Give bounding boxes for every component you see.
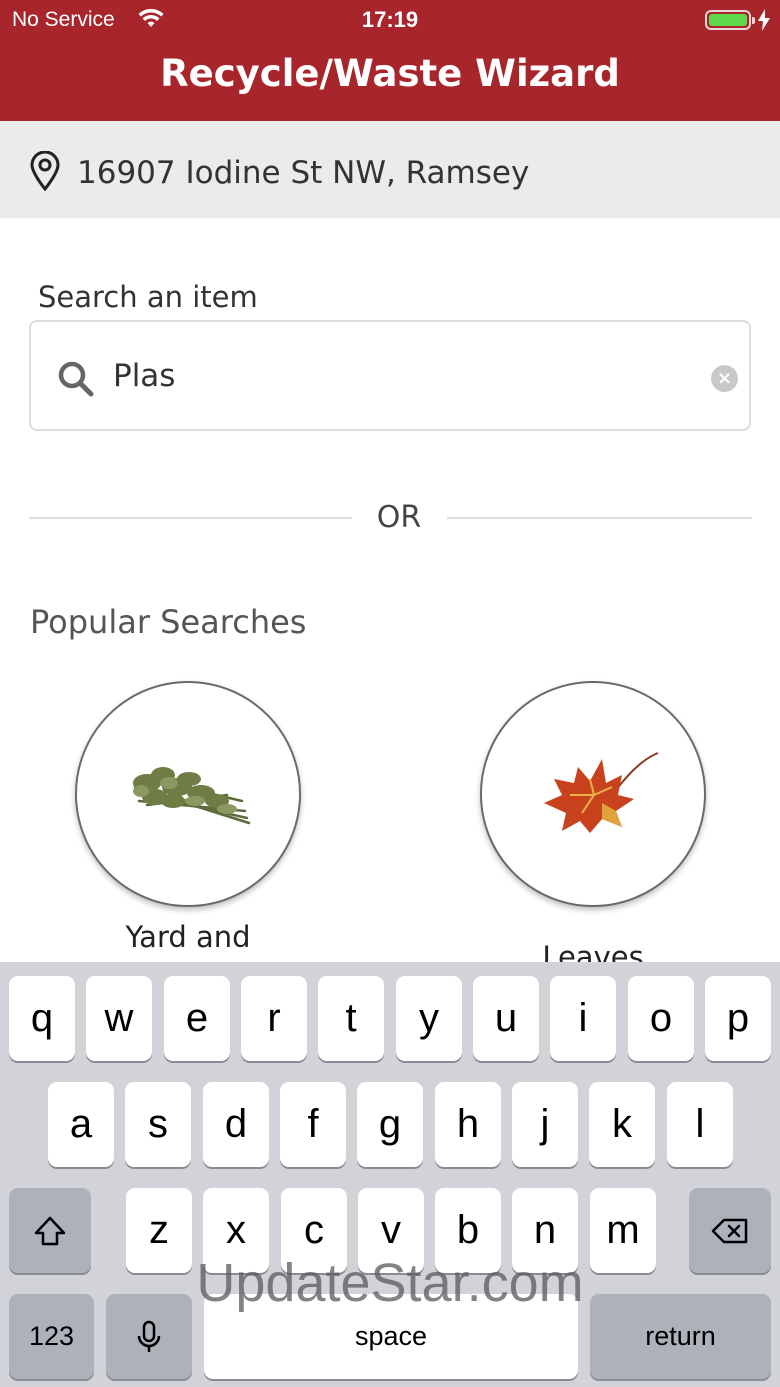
- space-key[interactable]: space: [204, 1294, 578, 1379]
- key-j[interactable]: j: [512, 1082, 578, 1167]
- app-header: No Service 17:19 Recycle/Waste Wizard: [0, 0, 780, 121]
- key-m[interactable]: m: [590, 1188, 656, 1273]
- dictation-key[interactable]: [106, 1294, 192, 1379]
- key-y[interactable]: y: [396, 976, 462, 1061]
- key-h[interactable]: h: [435, 1082, 501, 1167]
- page-title: Recycle/Waste Wizard: [160, 52, 620, 95]
- key-k[interactable]: k: [589, 1082, 655, 1167]
- numbers-key[interactable]: 123: [9, 1294, 94, 1379]
- search-icon: [58, 361, 94, 397]
- key-i[interactable]: i: [550, 976, 616, 1061]
- key-c[interactable]: c: [281, 1188, 347, 1273]
- key-z[interactable]: z: [126, 1188, 192, 1273]
- shift-icon: [34, 1216, 66, 1245]
- key-l[interactable]: l: [667, 1082, 733, 1167]
- key-x[interactable]: x: [203, 1188, 269, 1273]
- key-t[interactable]: t: [318, 976, 384, 1061]
- divider-left: [29, 517, 352, 519]
- location-pin-icon: [30, 151, 60, 191]
- yard-waste-icon: [133, 767, 251, 825]
- clock: 17:19: [361, 7, 419, 32]
- clear-icon[interactable]: ×: [711, 365, 738, 392]
- key-n[interactable]: n: [512, 1188, 578, 1273]
- key-u[interactable]: u: [473, 976, 539, 1061]
- key-f[interactable]: f: [280, 1082, 346, 1167]
- key-b[interactable]: b: [435, 1188, 501, 1273]
- charging-icon: [758, 9, 770, 31]
- popular-item-yard[interactable]: [75, 681, 301, 907]
- address-text: 16907 Iodine St NW, Ramsey: [77, 155, 530, 191]
- key-r[interactable]: r: [241, 976, 307, 1061]
- popular-item-label: Yard and: [125, 920, 251, 954]
- key-w[interactable]: w: [86, 976, 152, 1061]
- delete-key[interactable]: [689, 1188, 771, 1273]
- search-input[interactable]: [113, 350, 693, 402]
- key-d[interactable]: d: [203, 1082, 269, 1167]
- status-bar: No Service 17:19: [0, 0, 780, 40]
- address-bar[interactable]: 16907 Iodine St NW, Ramsey: [0, 121, 780, 218]
- key-a[interactable]: a: [48, 1082, 114, 1167]
- microphone-icon: [137, 1320, 161, 1352]
- key-v[interactable]: v: [358, 1188, 424, 1273]
- backspace-icon: [711, 1218, 748, 1243]
- key-e[interactable]: e: [164, 976, 230, 1061]
- search-field[interactable]: ×: [29, 320, 751, 431]
- key-g[interactable]: g: [357, 1082, 423, 1167]
- popular-searches-title: Popular Searches: [30, 603, 307, 641]
- search-label: Search an item: [38, 280, 258, 314]
- or-divider-label: OR: [376, 500, 422, 535]
- shift-key[interactable]: [9, 1188, 91, 1273]
- on-screen-keyboard: q w e r t y u i o p a s d f g h j k l z …: [0, 962, 780, 1387]
- key-o[interactable]: o: [628, 976, 694, 1061]
- divider-right: [447, 517, 752, 519]
- key-q[interactable]: q: [9, 976, 75, 1061]
- popular-item-label: Leaves: [542, 940, 644, 962]
- key-s[interactable]: s: [125, 1082, 191, 1167]
- maple-leaf-icon: [544, 752, 659, 833]
- popular-item-leaves[interactable]: [480, 681, 706, 907]
- battery-icon: [705, 10, 755, 30]
- key-p[interactable]: p: [705, 976, 771, 1061]
- return-key[interactable]: return: [590, 1294, 771, 1379]
